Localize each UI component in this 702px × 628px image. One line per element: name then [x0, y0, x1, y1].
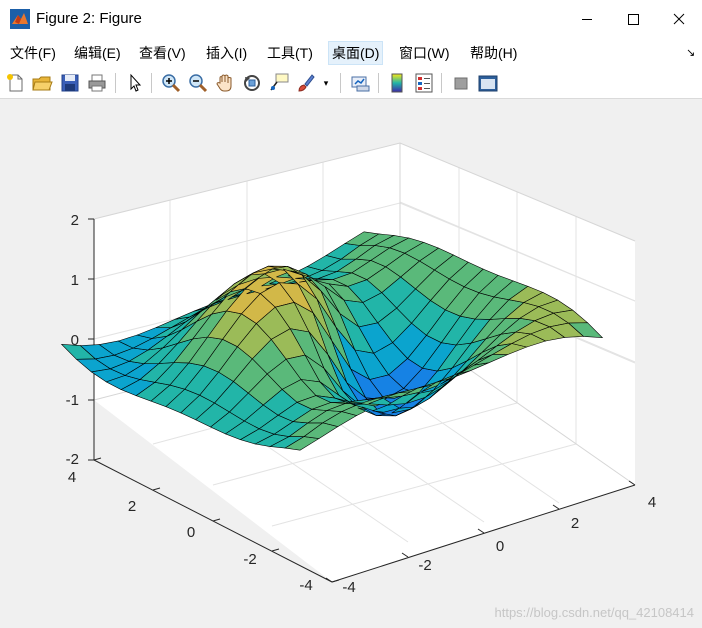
y-tick-label: 4 — [68, 469, 76, 486]
z-tick-label: 2 — [71, 212, 79, 229]
y-tick-label: 2 — [128, 498, 136, 515]
new-figure-icon[interactable] — [5, 72, 27, 94]
brush-dropdown-icon[interactable]: ▾ — [320, 72, 332, 94]
brush-icon[interactable] — [295, 72, 317, 94]
toolbar-separator — [115, 73, 116, 93]
zoom-out-icon[interactable] — [187, 72, 209, 94]
menu-bar: 文件(F) 编辑(E) 查看(V) 插入(I) 工具(T) 桌面(D) 窗口(W… — [0, 38, 702, 68]
menu-edit[interactable]: 编辑(E) — [71, 42, 124, 64]
maximize-icon — [628, 14, 639, 25]
toolbar-separator — [378, 73, 379, 93]
toolbar-separator — [441, 73, 442, 93]
colorbar-icon[interactable] — [386, 72, 408, 94]
matlab-app-icon — [10, 9, 30, 29]
link-plot-icon[interactable] — [349, 72, 371, 94]
x-tick-label: 0 — [496, 538, 504, 555]
close-icon — [673, 13, 685, 25]
dock-arrow-icon[interactable]: ↘ — [686, 46, 695, 59]
close-button[interactable] — [656, 0, 702, 38]
z-tick-label: -1 — [66, 392, 79, 409]
watermark: https://blog.csdn.net/qq_42108414 — [494, 605, 695, 620]
legend-icon[interactable] — [413, 72, 435, 94]
title-bar: Figure 2: Figure — [0, 0, 702, 38]
y-tick-label: -4 — [299, 577, 312, 594]
y-tick-label: 0 — [187, 524, 195, 541]
minimize-icon — [582, 19, 592, 20]
zoom-in-icon[interactable] — [160, 72, 182, 94]
menu-window[interactable]: 窗口(W) — [396, 42, 453, 64]
toolbar-separator — [151, 73, 152, 93]
save-icon[interactable] — [59, 72, 81, 94]
menu-tools[interactable]: 工具(T) — [264, 42, 316, 64]
pan-hand-icon[interactable] — [214, 72, 236, 94]
y-tick-label: -2 — [243, 551, 256, 568]
toolbar: ▾ — [0, 68, 702, 99]
z-tick-label: 1 — [71, 272, 79, 289]
figure-area: 2 1 0 -1 -2 4 2 0 -2 -4 -4 -2 0 2 4 http… — [0, 99, 702, 628]
surface-plot-axes[interactable]: 2 1 0 -1 -2 4 2 0 -2 -4 -4 -2 0 2 4 — [0, 99, 702, 628]
data-cursor-icon[interactable] — [268, 72, 290, 94]
menu-view[interactable]: 查看(V) — [136, 42, 189, 64]
menu-desktop[interactable]: 桌面(D) — [328, 41, 384, 65]
print-icon[interactable] — [86, 72, 108, 94]
open-file-icon[interactable] — [31, 72, 53, 94]
pointer-icon[interactable] — [124, 72, 146, 94]
maximize-button[interactable] — [610, 0, 656, 38]
toolbar-separator — [340, 73, 341, 93]
menu-help[interactable]: 帮助(H) — [467, 42, 520, 64]
x-tick-label: -4 — [342, 579, 355, 596]
hide-plot-tools-icon[interactable] — [450, 72, 472, 94]
minimize-button[interactable] — [564, 0, 610, 38]
menu-insert[interactable]: 插入(I) — [203, 42, 250, 64]
x-tick-label: -2 — [418, 557, 431, 574]
z-tick-label: -2 — [66, 451, 79, 468]
window-title: Figure 2: Figure — [36, 10, 142, 27]
rotate-3d-icon[interactable] — [241, 72, 263, 94]
x-tick-label: 4 — [648, 494, 656, 511]
menu-file[interactable]: 文件(F) — [7, 42, 59, 64]
show-plot-tools-icon[interactable] — [477, 72, 499, 94]
z-tick-label: 0 — [71, 332, 79, 349]
x-tick-label: 2 — [571, 515, 579, 532]
